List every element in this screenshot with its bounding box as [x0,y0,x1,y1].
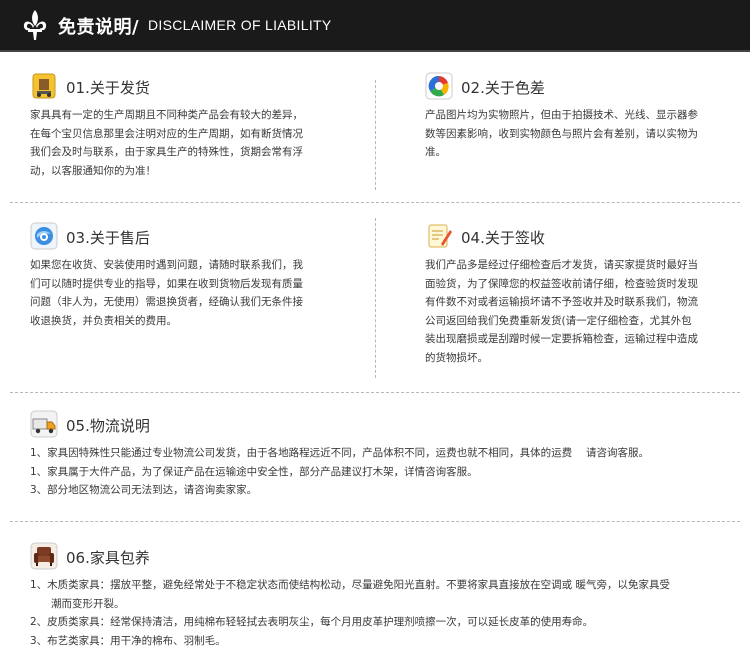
text-line: 1、木质类家具：摆放平整，避免经常处于不稳定状态而使结构松动，尽量避免阳光直射。… [30,579,671,591]
text-line: 有件数不对或者运输损坏请不予签收并及时联系我们，物流 [425,296,698,308]
armchair-icon [30,542,58,570]
section-title: 02.关于色差 [461,79,545,97]
text-line: 公司返回给我们免费重新发货(请一定仔细检查，尤其外包 [425,314,692,327]
text-line: 3、布艺类家具：用干净的棉布、羽制毛。 [30,634,226,647]
section-logistics: 05.物流说明 1、家具因特殊性只能通过专业物流公司发货，由于各地路程远近不同，… [30,410,740,500]
text-line: 3、部分地区物流公司无法到达，请咨询卖家家。 [30,484,258,496]
header-title: 免责说明/ [58,17,140,38]
section-body: 如果您在收货、安装使用时遇到问题，请随时联系我们，我 们可以随时提供专业的指导，… [30,256,360,330]
section-title: 01.关于发货 [66,79,150,97]
divider [10,202,740,203]
text-line: 数等因素影响，收到实物颜色与照片会有差别，请以实物为 [425,127,698,140]
text-line: 如果您在收货、安装使用时遇到问题，请随时联系我们，我 [30,259,303,271]
divider [10,392,740,393]
section-shipping: 01.关于发货 家具具有一定的生产周期且不同种类产品会有较大的差异， 在每个宝贝… [30,72,360,180]
text-line: 问题（非人为，无使用）需退换货者，经确认我们无条件接 [30,296,303,308]
text-line: 准。 [425,146,446,158]
color-wheel-icon [425,72,453,100]
section-after-sales: 03.关于售后 如果您在收货、安装使用时遇到问题，请随时联系我们，我 们可以随时… [30,222,360,330]
section-body: 我们产品多是经过仔细检查后才发货，请买家提货时最好当 面验货，为了保障您的权益签… [425,256,735,367]
section-title: 05.物流说明 [66,417,150,435]
section-body: 1、木质类家具：摆放平整，避免经常处于不稳定状态而使结构松动，尽量避免阳光直射。… [30,576,740,650]
section-color-difference: 02.关于色差 产品图片均为实物照片，但由于拍摄技术、光线、显示器参 数等因素影… [425,72,735,162]
text-line: 家具具有一定的生产周期且不同种类产品会有较大的差异， [30,109,303,121]
section-sign-for: 04.关于签收 我们产品多是经过仔细检查后才发货，请买家提货时最好当 面验货，为… [425,222,735,367]
section-maintenance: 06.家具包养 1、木质类家具：摆放平整，避免经常处于不稳定状态而使结构松动，尽… [30,542,740,650]
text-line: 的货物损坏。 [425,351,488,364]
text-line: 们可以随时提供专业的指导，如果在收到货物后发现有质量 [30,277,303,290]
text-line: 1、家具因特殊性只能通过专业物流公司发货，由于各地路程远近不同，产品体积不同，运… [30,447,650,459]
section-title: 06.家具包养 [66,549,150,567]
text-line: 收退换货，并负责相关的费用。 [30,314,177,327]
support-globe-icon [30,222,58,250]
text-line: 产品图片均为实物照片，但由于拍摄技术、光线、显示器参 [425,109,698,121]
section-title: 04.关于签收 [461,229,545,247]
fleur-de-lis-icon [23,10,47,40]
text-line: 面验货，为了保障您的权益签收前请仔细，检查验货时发现 [425,277,698,290]
text-line: 2、皮质类家具：经常保持清洁，用纯棉布轻轻拭去表明灰尘，每个月用皮革护理剂喷擦一… [30,616,594,628]
section-title: 03.关于售后 [66,229,150,247]
section-body: 产品图片均为实物照片，但由于拍摄技术、光线、显示器参 数等因素影响，收到实物颜色… [425,106,735,162]
text-line: 潮而变形开裂。 [30,597,125,610]
text-line: 我们产品多是经过仔细检查后才发货，请买家提货时最好当 [425,259,698,271]
text-line: 在每个宝贝信息那里会注明对应的生产周期，如有断货情况 [30,127,303,140]
sign-pen-icon [428,224,452,248]
section-body: 1、家具因特殊性只能通过专业物流公司发货，由于各地路程远近不同，产品体积不同，运… [30,444,740,500]
divider [10,521,740,522]
text-line: 动，以客服通知你的为准！ [30,164,156,177]
section-body: 家具具有一定的生产周期且不同种类产品会有较大的差异， 在每个宝贝信息那里会注明对… [30,106,360,180]
column-divider [375,218,376,378]
header-bar: 免责说明/ DISCLAIMER OF LIABILITY [0,0,750,50]
text-line: 我们会及时与联系，由于家具生产的特殊性，货期会常有浮 [30,146,303,158]
shipping-box-icon [32,73,56,99]
text-line: 1、家具属于大件产品，为了保证产品在运输途中安全性，部分产品建议打木架，详情咨询… [30,465,478,478]
text-line: 装出现磨损或是刮蹭时候一定要拆箱检查，运输过程中造成 [425,333,698,345]
column-divider [375,80,376,190]
header-subtitle: DISCLAIMER OF LIABILITY [148,17,332,33]
header-rule [0,50,750,52]
delivery-truck-icon [30,410,58,438]
